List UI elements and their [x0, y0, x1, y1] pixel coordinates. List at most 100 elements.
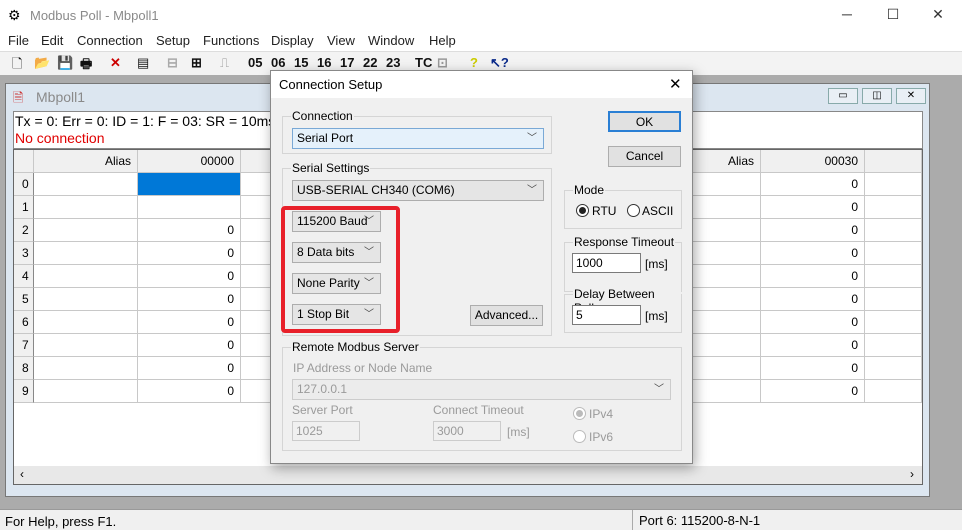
- menu-help[interactable]: Help: [429, 33, 456, 48]
- row-header[interactable]: 3: [14, 242, 34, 265]
- fc-06-button[interactable]: 06: [271, 55, 285, 70]
- baud-select[interactable]: 115200 Baud ﹀: [292, 211, 381, 232]
- menu-connection[interactable]: Connection: [77, 33, 143, 48]
- context-help-icon[interactable]: ↖?: [490, 55, 509, 71]
- close-button[interactable]: ✕: [923, 6, 953, 23]
- alias-cell[interactable]: [34, 242, 138, 265]
- new-icon[interactable]: 🗋: [12, 55, 22, 77]
- cancel-button[interactable]: Cancel: [608, 146, 681, 167]
- help-icon[interactable]: ?: [470, 55, 478, 70]
- menu-setup[interactable]: Setup: [156, 33, 190, 48]
- row-header[interactable]: 4: [14, 265, 34, 288]
- maximize-button[interactable]: ☐: [878, 6, 908, 23]
- save-icon[interactable]: 💾: [57, 55, 73, 71]
- menu-view[interactable]: View: [327, 33, 355, 48]
- rtu-radio[interactable]: [576, 204, 589, 217]
- value-cell[interactable]: 0: [761, 380, 865, 403]
- delay-input[interactable]: 5: [572, 305, 641, 325]
- row-header[interactable]: 1: [14, 196, 34, 219]
- value-cell[interactable]: [865, 173, 922, 196]
- value-cell[interactable]: 0: [138, 242, 241, 265]
- value-cell[interactable]: 0: [761, 357, 865, 380]
- response-timeout-input[interactable]: 1000: [572, 253, 641, 273]
- fc-17-button[interactable]: 17: [340, 55, 354, 70]
- child-restore-button[interactable]: ◫: [862, 88, 892, 104]
- row-header[interactable]: 8: [14, 357, 34, 380]
- open-icon[interactable]: 📂: [34, 55, 50, 71]
- menu-functions[interactable]: Functions: [203, 33, 259, 48]
- scroll-left-icon[interactable]: ‹: [20, 467, 24, 481]
- menu-window[interactable]: Window: [368, 33, 414, 48]
- ipv6-radio[interactable]: [573, 430, 586, 443]
- alias-cell[interactable]: [34, 219, 138, 242]
- menu-display[interactable]: Display: [271, 33, 314, 48]
- connection-type-select[interactable]: Serial Port ﹀: [292, 128, 544, 149]
- dialog-close-button[interactable]: ✕: [669, 75, 682, 93]
- ipv4-radio[interactable]: [573, 407, 586, 420]
- value-cell[interactable]: [865, 334, 922, 357]
- fc-15-button[interactable]: 15: [294, 55, 308, 70]
- menu-file[interactable]: File: [8, 33, 29, 48]
- alias-cell[interactable]: [34, 196, 138, 219]
- alias-cell[interactable]: [34, 265, 138, 288]
- menu-edit[interactable]: Edit: [41, 33, 63, 48]
- value-cell[interactable]: 0: [138, 219, 241, 242]
- column-header-alias[interactable]: Alias: [34, 150, 138, 173]
- value-cell[interactable]: 0: [138, 334, 241, 357]
- fc-23-button[interactable]: 23: [386, 55, 400, 70]
- value-cell[interactable]: [865, 219, 922, 242]
- value-cell[interactable]: 0: [761, 265, 865, 288]
- value-cell[interactable]: [138, 173, 241, 196]
- row-header[interactable]: 2: [14, 219, 34, 242]
- fc-22-button[interactable]: 22: [363, 55, 377, 70]
- value-cell[interactable]: [865, 288, 922, 311]
- alias-cell[interactable]: [34, 311, 138, 334]
- column-header-00030[interactable]: 00030: [761, 150, 865, 173]
- value-cell[interactable]: 0: [138, 311, 241, 334]
- value-cell[interactable]: 0: [761, 311, 865, 334]
- value-cell[interactable]: 0: [761, 196, 865, 219]
- read-write-icon[interactable]: ⊞: [191, 55, 202, 71]
- fc-16-button[interactable]: 16: [317, 55, 331, 70]
- child-minimize-button[interactable]: ▭: [828, 88, 858, 104]
- horizontal-scrollbar[interactable]: ‹ ›: [14, 466, 922, 484]
- alias-cell[interactable]: [34, 380, 138, 403]
- value-cell[interactable]: [865, 357, 922, 380]
- value-cell[interactable]: 0: [138, 357, 241, 380]
- value-cell[interactable]: [865, 242, 922, 265]
- value-cell[interactable]: 0: [138, 265, 241, 288]
- value-cell[interactable]: 0: [761, 288, 865, 311]
- column-header-00000[interactable]: 00000: [138, 150, 241, 173]
- value-cell[interactable]: 0: [138, 288, 241, 311]
- row-header[interactable]: 6: [14, 311, 34, 334]
- value-cell[interactable]: [865, 380, 922, 403]
- tc-button[interactable]: TC: [415, 55, 432, 70]
- disconnect-icon[interactable]: ✕: [110, 55, 121, 71]
- value-cell[interactable]: 0: [761, 173, 865, 196]
- connect-icon[interactable]: ⊟: [167, 55, 178, 71]
- parity-select[interactable]: None Parity ﹀: [292, 273, 381, 294]
- child-close-button[interactable]: ✕: [896, 88, 926, 104]
- scroll-right-icon[interactable]: ›: [910, 467, 914, 481]
- row-header[interactable]: 5: [14, 288, 34, 311]
- row-header[interactable]: 7: [14, 334, 34, 357]
- ok-button[interactable]: OK: [608, 111, 681, 132]
- alias-cell[interactable]: [34, 288, 138, 311]
- alias-cell[interactable]: [34, 173, 138, 196]
- server-port-input[interactable]: 1025: [292, 421, 360, 441]
- serial-port-select[interactable]: USB-SERIAL CH340 (COM6) ﹀: [292, 180, 544, 201]
- ascii-radio[interactable]: [627, 204, 640, 217]
- print-icon[interactable]: 🖶: [80, 55, 92, 77]
- alias-cell[interactable]: [34, 357, 138, 380]
- value-cell[interactable]: 0: [761, 219, 865, 242]
- row-header[interactable]: 9: [14, 380, 34, 403]
- value-cell[interactable]: 0: [761, 242, 865, 265]
- monitor-icon[interactable]: ⊡: [437, 55, 448, 71]
- alias-cell[interactable]: [34, 334, 138, 357]
- ip-address-select[interactable]: 127.0.0.1 ﹀: [292, 379, 671, 400]
- value-cell[interactable]: 0: [138, 380, 241, 403]
- value-cell[interactable]: 0: [761, 334, 865, 357]
- value-cell[interactable]: [865, 311, 922, 334]
- value-cell[interactable]: [138, 196, 241, 219]
- window-icon[interactable]: ▤: [137, 55, 149, 71]
